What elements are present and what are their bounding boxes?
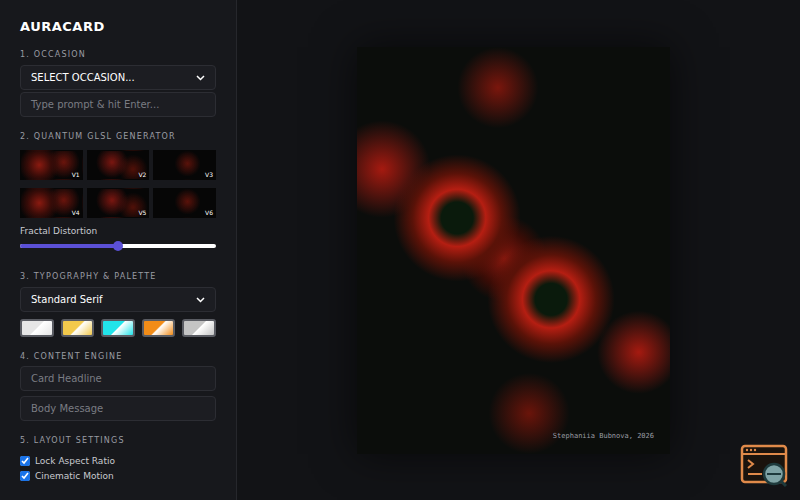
palette-swatch[interactable] <box>142 319 176 337</box>
card-signature: Stephaniia Bubnova, 2026 <box>553 432 654 440</box>
variant-thumbnail[interactable]: V5 <box>87 188 150 218</box>
card-preview: Stephaniia Bubnova, 2026 <box>357 47 670 454</box>
app-root: AURACARD 1. OCCASION SELECT OCCASION... Typ… <box>0 0 800 500</box>
fractal-image <box>357 47 670 454</box>
variant-label: V2 <box>138 171 146 178</box>
palette <box>20 319 216 337</box>
preview-stage: Stephaniia Bubnova, 2026 <box>237 0 800 500</box>
distortion-slider[interactable] <box>20 241 216 251</box>
variant-thumbnail[interactable]: V3 <box>153 150 216 180</box>
placeholder: Card Headline <box>31 373 102 384</box>
prompt-input[interactable]: Type prompt & hit Enter... <box>20 92 216 117</box>
headline-input[interactable]: Card Headline <box>20 366 216 391</box>
checkbox[interactable] <box>20 471 30 481</box>
settings-list: Lock Aspect Ratio Cinematic Motion <box>20 453 216 483</box>
select-value: SELECT OCCASION... <box>31 72 135 83</box>
slider-fill <box>20 244 118 248</box>
section-label: 5. LAYOUT SETTINGS <box>20 435 216 446</box>
placeholder: Body Message <box>31 403 103 414</box>
setting-checkbox[interactable]: Lock Aspect Ratio <box>20 453 216 468</box>
checkbox-label: Cinematic Motion <box>35 471 114 481</box>
checkbox-label: Lock Aspect Ratio <box>35 456 115 466</box>
variant-label: V4 <box>72 209 80 216</box>
placeholder: Type prompt & hit Enter... <box>31 99 159 110</box>
variant-thumbnail[interactable]: V1 <box>20 150 83 180</box>
body-input[interactable]: Body Message <box>20 396 216 421</box>
font-select[interactable]: Standard Serif <box>20 287 216 312</box>
palette-swatch[interactable] <box>20 319 54 337</box>
select-value: Standard Serif <box>31 294 103 305</box>
checkbox[interactable] <box>20 456 30 466</box>
variant-label: V5 <box>138 209 146 216</box>
app-title: AURACARD <box>20 18 216 36</box>
setting-checkbox[interactable]: Cinematic Motion <box>20 468 216 483</box>
slider-thumb[interactable] <box>113 241 123 251</box>
section-label: 1. OCCASION <box>20 49 216 60</box>
variant-label: V1 <box>72 171 80 178</box>
palette-swatch[interactable] <box>182 319 216 337</box>
palette-swatch[interactable] <box>61 319 95 337</box>
section-label: 2. QUANTUM GLSL GENERATOR <box>20 131 216 142</box>
section-label: 4. CONTENT ENGINE <box>20 351 216 362</box>
variant-grid: V1 V2 V3 V4 V5 V6 <box>20 150 216 218</box>
terminal-search-icon[interactable] <box>740 444 790 488</box>
section-label: 3. TYPOGRAPHY & PALETTE <box>20 271 216 282</box>
slider-label: Fractal Distortion <box>20 226 216 237</box>
sidebar: AURACARD 1. OCCASION SELECT OCCASION... Typ… <box>0 0 237 500</box>
variant-thumbnail[interactable]: V4 <box>20 188 83 218</box>
palette-swatch[interactable] <box>101 319 135 337</box>
occasion-select[interactable]: SELECT OCCASION... <box>20 65 216 90</box>
variant-thumbnail[interactable]: V2 <box>87 150 150 180</box>
chevron-down-icon <box>196 297 205 303</box>
variant-label: V3 <box>205 171 213 178</box>
variant-thumbnail[interactable]: V6 <box>153 188 216 218</box>
variant-label: V6 <box>205 209 213 216</box>
chevron-down-icon <box>196 75 205 81</box>
